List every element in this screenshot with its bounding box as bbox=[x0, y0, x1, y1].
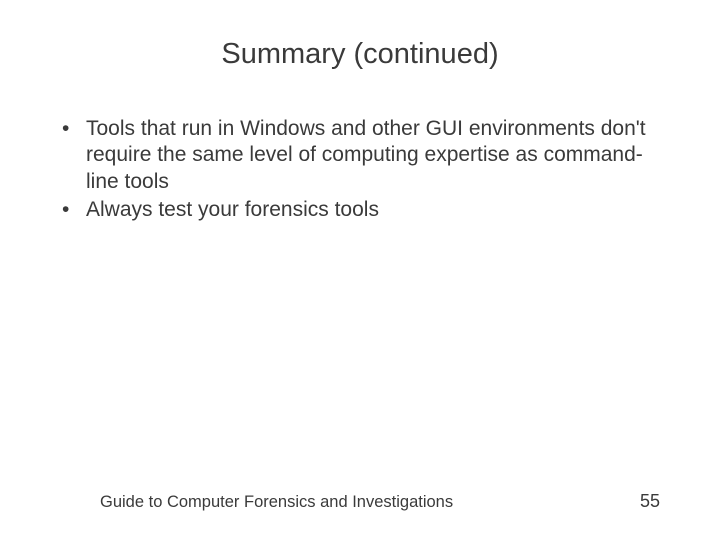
list-item: Always test your forensics tools bbox=[62, 197, 670, 223]
slide-footer: Guide to Computer Forensics and Investig… bbox=[0, 491, 720, 512]
bullet-list: Tools that run in Windows and other GUI … bbox=[50, 116, 670, 223]
slide-title: Summary (continued) bbox=[50, 38, 670, 71]
page-number: 55 bbox=[640, 491, 660, 512]
footer-text: Guide to Computer Forensics and Investig… bbox=[100, 493, 453, 512]
list-item: Tools that run in Windows and other GUI … bbox=[62, 116, 670, 195]
slide-container: Summary (continued) Tools that run in Wi… bbox=[0, 0, 720, 540]
